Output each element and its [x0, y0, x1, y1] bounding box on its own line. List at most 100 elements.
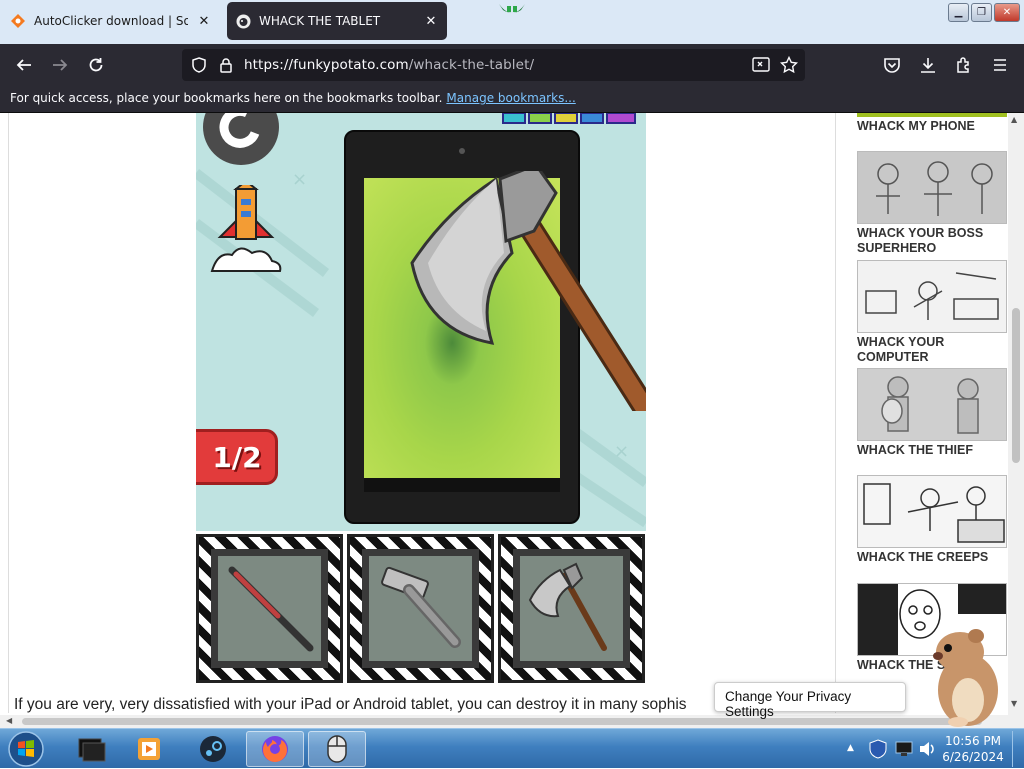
weapon-axe-button[interactable]	[498, 534, 645, 683]
manage-bookmarks-link[interactable]: Manage bookmarks...	[446, 91, 575, 105]
back-button[interactable]	[12, 53, 36, 77]
taskbar-app-autoclicker[interactable]	[308, 731, 366, 767]
taskbar-app-monitor[interactable]	[62, 731, 120, 767]
sidebar-item-label: WHACK YOUR BOSS SUPERHERO	[857, 226, 984, 255]
navigation-toolbar: https://funkypotato.com/whack-the-tablet…	[0, 44, 1024, 86]
tablet-nav-bar	[364, 478, 560, 492]
bookmark-star-icon[interactable]	[780, 56, 798, 74]
media-player-icon	[138, 738, 160, 760]
reload-icon	[89, 58, 103, 72]
extensions-button[interactable]	[952, 53, 976, 77]
shield-tray-icon[interactable]	[867, 738, 889, 760]
thumbnail-computer	[857, 260, 1007, 333]
article-paragraph: If you are very, very dissatisfied with …	[14, 696, 687, 713]
back-arrow-icon	[16, 59, 31, 71]
vertical-scroll-thumb[interactable]	[1012, 308, 1020, 463]
hammer-icon	[381, 566, 461, 648]
page-vertical-scrollbar[interactable]: ▲ ▼	[1008, 113, 1024, 715]
monitor-app-icon	[78, 738, 106, 762]
firefox-icon	[262, 736, 288, 762]
tab-strip: AutoClicker download | SourceF ✕ WHACK T…	[0, 0, 1024, 44]
volume-icon[interactable]	[917, 738, 937, 760]
scroll-left-arrow-icon[interactable]: ◀	[6, 716, 12, 725]
reload-button[interactable]	[84, 53, 108, 77]
start-button[interactable]	[4, 730, 48, 768]
sourceforge-icon	[10, 13, 26, 29]
weapon-picker	[196, 534, 646, 683]
window-controls: ▁ ❐ ✕	[948, 3, 1020, 22]
lock-icon[interactable]	[219, 57, 233, 73]
thumbnail-boss-superhero	[857, 151, 1007, 224]
tab-title: WHACK THE TABLET	[259, 14, 381, 28]
sidebar-item-whack-my-phone[interactable]: WHACK MY PHONE	[857, 113, 1007, 134]
hit-counter: 1/2	[196, 429, 278, 485]
restore-button[interactable]: ❐	[971, 3, 992, 22]
scroll-up-arrow-icon[interactable]: ▲	[1011, 115, 1017, 124]
windows-taskbar: ▲ 10:56 PM 6/26/2024	[0, 728, 1024, 768]
mouse-icon	[327, 735, 347, 763]
thumbnail-creeps	[857, 475, 1007, 548]
sidebar-item-label: WHACK YOUR COMPUTER	[857, 335, 945, 364]
rocket-icon	[210, 185, 282, 272]
axe-icon	[410, 171, 646, 411]
bat-icon	[228, 566, 314, 652]
green-decoration-icon	[499, 4, 525, 13]
horizontal-scroll-thumb[interactable]	[22, 718, 982, 725]
taskbar-clock[interactable]: 10:56 PM 6/26/2024	[938, 733, 1008, 765]
tab-autoclicker[interactable]: AutoClicker download | SourceF ✕	[2, 2, 220, 40]
taskbar-app-steam[interactable]	[184, 731, 242, 767]
puzzle-icon	[957, 57, 969, 73]
minimize-button[interactable]: ▁	[948, 3, 969, 22]
camera-icon	[459, 148, 465, 154]
restart-icon[interactable]	[201, 113, 281, 169]
page-horizontal-scrollbar[interactable]: ◀	[0, 715, 1024, 728]
bookmarks-hint: For quick access, place your bookmarks h…	[10, 91, 443, 105]
tab-title: AutoClicker download | SourceF	[34, 14, 188, 28]
bookmarks-toolbar: For quick access, place your bookmarks h…	[0, 86, 1024, 113]
network-icon[interactable]	[893, 738, 915, 760]
url-path: /whack-the-tablet/	[408, 57, 535, 73]
taskbar-app-firefox[interactable]	[246, 731, 304, 767]
pocket-button[interactable]	[880, 53, 904, 77]
sidebar-item-whack-the-thief[interactable]: WHACK THE THIEF	[857, 368, 1007, 458]
url-bar[interactable]: https://funkypotato.com/whack-the-tablet…	[182, 49, 805, 81]
sidebar-item-label: WHACK THE CREEPS	[857, 550, 989, 564]
thumbnail-thief	[857, 368, 1007, 441]
show-desktop-button[interactable]	[1012, 731, 1022, 767]
close-tab-icon[interactable]: ✕	[196, 14, 212, 29]
close-tab-icon[interactable]: ✕	[423, 14, 439, 29]
sidebar-item-whack-your-boss-superhero[interactable]: WHACK YOUR BOSS SUPERHERO	[857, 151, 1007, 256]
thumbnail-phone	[857, 113, 1007, 117]
download-icon	[921, 58, 935, 73]
sidebar-item-label: WHACK MY PHONE	[857, 119, 975, 133]
close-window-button[interactable]: ✕	[994, 3, 1020, 22]
clock-date: 6/26/2024	[942, 750, 1004, 764]
downloads-button[interactable]	[916, 53, 940, 77]
show-hidden-icons-icon[interactable]: ▲	[847, 743, 854, 753]
weapon-hammer-button[interactable]	[347, 534, 494, 683]
steam-icon	[200, 736, 226, 762]
shield-icon[interactable]	[191, 57, 207, 73]
sidebar-item-label: WHACK THE THIEF	[857, 443, 973, 457]
reader-view-icon[interactable]	[752, 57, 770, 73]
privacy-settings-button[interactable]: Change Your Privacy Settings	[714, 682, 906, 719]
weapon-bat-button[interactable]	[196, 534, 343, 683]
funkypotato-icon	[235, 13, 251, 29]
menu-button[interactable]	[988, 53, 1012, 77]
forward-button[interactable]	[48, 53, 72, 77]
scroll-down-arrow-icon[interactable]: ▼	[1011, 699, 1017, 708]
axe-icon	[528, 562, 607, 651]
svg-text:×: ×	[292, 169, 307, 190]
hamburger-menu-icon	[994, 59, 1006, 71]
taskbar-app-media-player[interactable]	[120, 731, 178, 767]
game-logo	[502, 113, 636, 124]
game-canvas[interactable]: × × 1/2	[196, 113, 646, 531]
sidebar-item-whack-the-creeps[interactable]: WHACK THE CREEPS	[857, 475, 1007, 565]
page-viewport: × × 1/2 If you are very, very dissatisfi…	[0, 113, 1024, 728]
url-host: https://funkypotato.com	[244, 57, 409, 73]
tab-whack-the-tablet[interactable]: WHACK THE TABLET ✕	[227, 2, 447, 40]
url-text: https://funkypotato.com/whack-the-tablet…	[244, 57, 534, 73]
forward-arrow-icon	[53, 59, 68, 71]
hamster-mascot-icon	[933, 629, 998, 727]
sidebar-item-whack-your-computer[interactable]: WHACK YOUR COMPUTER	[857, 260, 1007, 365]
